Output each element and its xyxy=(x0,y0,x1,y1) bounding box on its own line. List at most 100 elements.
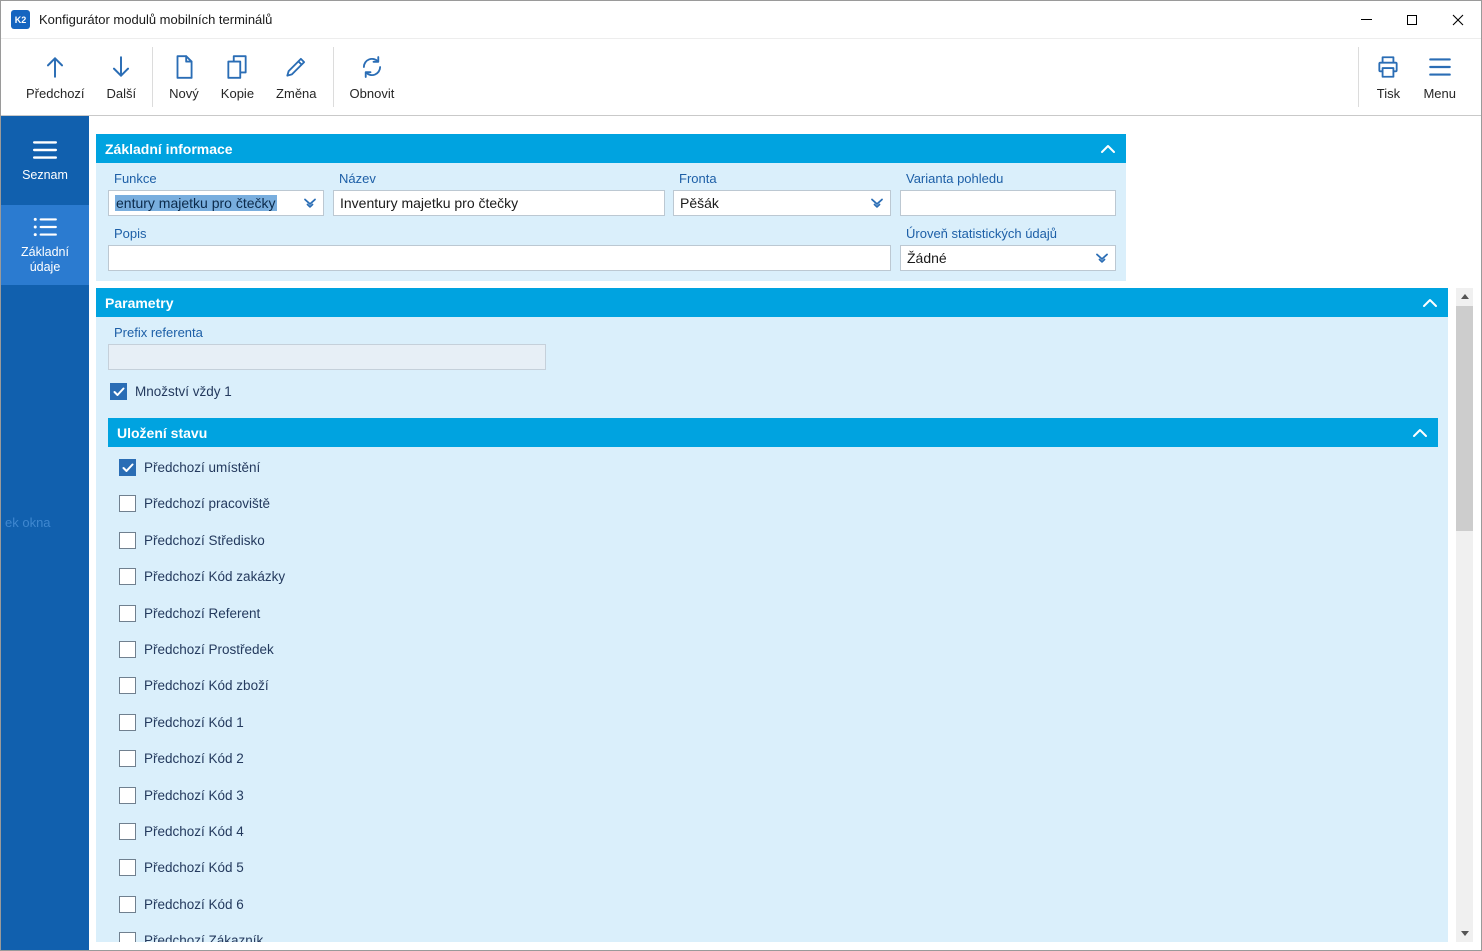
checkbox-row[interactable]: Předchozí pracoviště xyxy=(119,495,285,531)
checkbox-row[interactable]: Předchozí Prostředek xyxy=(119,640,285,677)
fronta-value: Pěšák xyxy=(680,195,719,211)
app-logo-icon: K2 xyxy=(11,10,30,29)
maximize-button[interactable] xyxy=(1389,1,1435,38)
sidebar-item-seznam[interactable]: Seznam xyxy=(1,129,89,193)
checkbox-label: Předchozí Kód zboží xyxy=(144,678,269,694)
toolbar-button-obnovit[interactable]: Obnovit xyxy=(339,39,406,115)
close-button[interactable] xyxy=(1435,1,1481,38)
toolbar-button-menu[interactable]: Menu xyxy=(1412,39,1467,115)
toolbar-separator xyxy=(332,47,334,107)
checkbox-row[interactable]: Předchozí Kód 6 xyxy=(119,895,285,932)
scroll-up-button[interactable] xyxy=(1456,288,1473,305)
checkbox[interactable] xyxy=(119,895,136,913)
checkbox-row[interactable]: Předchozí Kód 4 xyxy=(119,822,285,859)
toolbar-button-predchozi[interactable]: Předchozí xyxy=(15,39,96,115)
sidebar-item-label: Základní údaje xyxy=(21,244,69,274)
checkbox-label: Předchozí Referent xyxy=(144,605,261,621)
toolbar-button-dalsi[interactable]: Další xyxy=(96,39,148,115)
field-fronta: Fronta Pěšák xyxy=(673,171,891,216)
close-icon xyxy=(1452,14,1464,25)
checkbox[interactable] xyxy=(119,677,136,695)
field-label: Funkce xyxy=(114,171,157,186)
dropdown-icon[interactable] xyxy=(870,198,884,209)
checkbox-label: Předchozí Prostředek xyxy=(144,641,274,657)
checkbox-row[interactable]: Předchozí Kód 5 xyxy=(119,859,285,895)
checkbox-row[interactable]: Předchozí Kód zboží xyxy=(119,677,285,713)
chevron-up-icon[interactable] xyxy=(1422,298,1438,308)
checkbox[interactable] xyxy=(119,822,136,840)
section-header-ulozeni-stavu[interactable]: Uložení stavu xyxy=(108,418,1438,447)
section-title: Základní informace xyxy=(105,140,233,157)
checkbox-label: Předchozí Kód zakázky xyxy=(144,569,286,585)
checkbox[interactable] xyxy=(110,383,127,400)
app-window: K2 Konfigurátor modulů mobilních terminá… xyxy=(0,0,1482,951)
toolbar-button-label: Menu xyxy=(1423,85,1456,101)
section-header-basic-info[interactable]: Základní informace xyxy=(96,134,1126,163)
arrow-down-icon xyxy=(113,55,130,77)
varianta-pohledu-input[interactable] xyxy=(900,190,1116,216)
checkbox-row[interactable]: Předchozí Zákazník xyxy=(119,932,285,942)
uroven-input[interactable]: Žádné xyxy=(900,245,1116,271)
field-label: Varianta pohledu xyxy=(906,171,1004,186)
checkbox-label: Předchozí Středisko xyxy=(144,532,265,548)
window-title: Konfigurátor modulů mobilních terminálů xyxy=(39,12,273,27)
checkbox-label: Předchozí umístění xyxy=(144,460,261,475)
checkbox-label: Předchozí Kód 5 xyxy=(144,860,244,876)
checkbox-row[interactable]: Předchozí Kód 2 xyxy=(119,750,285,786)
dropdown-icon[interactable] xyxy=(1095,253,1109,264)
save-state-checkbox-list: Předchozí umístění Předchozí pracoviště … xyxy=(119,459,285,942)
section-title: Parametry xyxy=(105,294,174,311)
prefix-referenta-input[interactable] xyxy=(108,344,546,370)
selected-text: entury majetku pro čtečky xyxy=(115,195,277,211)
chevron-up-icon[interactable] xyxy=(1100,144,1116,154)
scrollbar-thumb[interactable] xyxy=(1456,306,1473,531)
minimize-button[interactable] xyxy=(1343,1,1389,38)
checkbox-row[interactable]: Předchozí Kód 1 xyxy=(119,713,285,750)
section-header-parametry[interactable]: Parametry xyxy=(96,288,1448,317)
toolbar-separator xyxy=(152,47,154,107)
checkbox[interactable] xyxy=(119,604,136,622)
popis-input[interactable] xyxy=(108,245,891,271)
checkbox[interactable] xyxy=(119,713,136,731)
toolbar-button-zmena[interactable]: Změna xyxy=(265,39,327,115)
vertical-scrollbar[interactable] xyxy=(1456,288,1473,942)
new-document-icon xyxy=(176,54,193,79)
toolbar-button-kopie[interactable]: Kopie xyxy=(210,39,265,115)
checkbox[interactable] xyxy=(119,531,136,549)
checkbox[interactable] xyxy=(119,495,136,513)
checkbox-label: Předchozí Kód 3 xyxy=(144,787,244,803)
toolbar-button-tisk[interactable]: Tisk xyxy=(1364,39,1412,115)
sidebar-watermark-text: ek okna xyxy=(5,515,51,530)
checkbox-mnozstvi-vzdy-1[interactable]: Množství vždy 1 xyxy=(110,383,232,400)
checkbox[interactable] xyxy=(119,640,136,658)
checkbox[interactable] xyxy=(119,459,136,476)
checkbox-row[interactable]: Předchozí umístění xyxy=(119,459,285,495)
checkbox-row[interactable]: Předchozí Kód zakázky xyxy=(119,568,285,604)
dropdown-icon[interactable] xyxy=(303,198,317,209)
pencil-icon xyxy=(286,57,306,77)
checkbox[interactable] xyxy=(119,786,136,804)
field-label: Název xyxy=(339,171,376,186)
checkbox-row[interactable]: Předchozí Středisko xyxy=(119,531,285,568)
checkbox[interactable] xyxy=(119,568,136,586)
checkbox-row[interactable]: Předchozí Kód 3 xyxy=(119,786,285,823)
checkbox-label: Předchozí pracoviště xyxy=(144,496,271,512)
fronta-input[interactable]: Pěšák xyxy=(673,190,891,216)
checkbox-label: Předchozí Kód 6 xyxy=(144,896,244,912)
maximize-icon xyxy=(1407,14,1417,25)
minimize-icon xyxy=(1360,19,1372,20)
checkbox[interactable] xyxy=(119,932,136,942)
funkce-input[interactable]: entury majetku pro čtečky xyxy=(108,190,324,216)
checkbox[interactable] xyxy=(119,750,136,768)
sidebar-item-zakladni-udaje[interactable]: Základní údaje xyxy=(1,205,89,285)
scroll-down-button[interactable] xyxy=(1456,925,1473,942)
checkbox[interactable] xyxy=(119,859,136,877)
checkbox-row[interactable]: Předchozí Referent xyxy=(119,604,285,641)
toolbar-button-novy[interactable]: Nový xyxy=(158,39,210,115)
checkbox-label: Předchozí Kód 1 xyxy=(144,714,244,730)
nazev-input[interactable] xyxy=(333,190,665,216)
chevron-up-icon[interactable] xyxy=(1412,428,1428,438)
check-icon xyxy=(113,387,124,396)
field-uroven-statistickych-udaju: Úroveň statistických údajů Žádné xyxy=(900,226,1116,271)
toolbar: Předchozí Další Nový Kopie Změna Obnovit… xyxy=(1,39,1481,116)
